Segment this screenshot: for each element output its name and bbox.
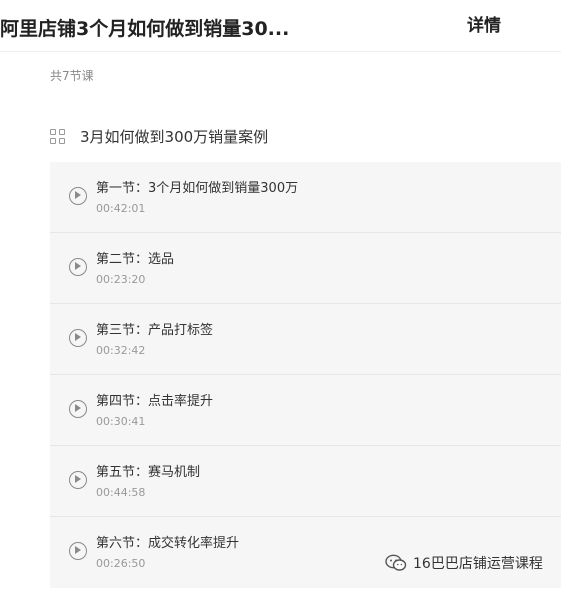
play-icon — [69, 471, 87, 489]
lesson-item[interactable]: 第五节：赛马机制 00:44:58 — [50, 446, 561, 517]
lesson-item[interactable]: 第三节：产品打标签 00:32:42 — [50, 304, 561, 375]
grid-icon — [50, 128, 66, 145]
lesson-duration: 00:44:58 — [96, 486, 146, 499]
lesson-duration: 00:42:01 — [96, 202, 146, 215]
lesson-item[interactable]: 第四节：点击率提升 00:30:41 — [50, 375, 561, 446]
top-bar: 阿里店铺3个月如何做到销量30... 详情 — [0, 0, 561, 52]
play-icon — [69, 400, 87, 418]
page-title: 阿里店铺3个月如何做到销量30... — [0, 18, 290, 40]
watermark-text: 16巴巴店铺运营课程 — [413, 556, 543, 572]
lesson-duration: 00:26:50 — [96, 557, 146, 570]
lesson-item[interactable]: 第一节：3个月如何做到销量300万 00:42:01 — [50, 162, 561, 233]
play-icon — [69, 329, 87, 347]
lesson-title: 第四节：点击率提升 — [96, 394, 214, 409]
lesson-title: 第六节：成交转化率提升 — [96, 536, 240, 551]
lesson-duration: 00:30:41 — [96, 415, 146, 428]
play-icon — [69, 187, 87, 205]
lesson-list: 第一节：3个月如何做到销量300万 00:42:01 第二节：选品 00:23:… — [50, 162, 561, 588]
wechat-icon — [385, 554, 407, 572]
lesson-title: 第三节：产品打标签 — [96, 323, 214, 338]
chapter-title: 3月如何做到300万销量案例 — [80, 128, 269, 146]
lesson-count: 共7节课 — [50, 69, 94, 83]
lesson-title: 第一节：3个月如何做到销量300万 — [96, 181, 299, 196]
details-tab[interactable]: 详情 — [467, 11, 501, 36]
lesson-title: 第五节：赛马机制 — [96, 465, 201, 480]
lesson-item[interactable]: 第二节：选品 00:23:20 — [50, 233, 561, 304]
watermark: 16巴巴店铺运营课程 — [385, 553, 543, 573]
lesson-duration: 00:23:20 — [96, 273, 146, 286]
play-icon — [69, 258, 87, 276]
play-icon — [69, 542, 87, 560]
lesson-duration: 00:32:42 — [96, 344, 146, 357]
chapter-header[interactable]: 3月如何做到300万销量案例 — [50, 126, 268, 147]
lesson-title: 第二节：选品 — [96, 252, 175, 267]
